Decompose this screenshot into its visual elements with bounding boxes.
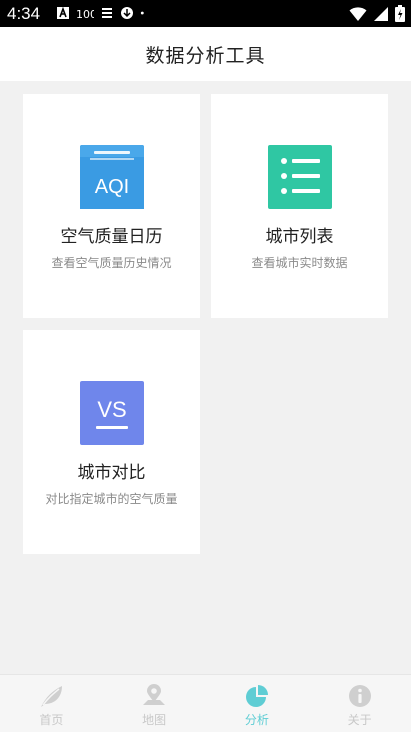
nav-item-analysis[interactable]: 分析 <box>206 675 309 732</box>
card-city-list[interactable]: 城市列表 查看城市实时数据 <box>211 94 388 318</box>
pie-chart-icon <box>245 685 268 707</box>
nav-label: 首页 <box>39 713 64 727</box>
vs-icon-text: VS <box>97 397 126 422</box>
status-bar: 4:34 100 <box>0 0 411 27</box>
nav-label: 关于 <box>347 713 372 727</box>
status-system-icons <box>349 5 405 22</box>
dot-icon <box>140 11 144 15</box>
bottom-navigation: 首页 地图 分析 关于 <box>0 674 411 732</box>
download-icon <box>121 7 133 19</box>
nav-item-home[interactable]: 首页 <box>0 675 103 732</box>
card-title: 空气质量日历 <box>60 227 163 247</box>
list-icon <box>267 145 332 209</box>
100-notification-icon: 100 <box>76 8 94 20</box>
info-icon <box>348 685 371 707</box>
a-notification-icon <box>57 6 69 19</box>
nav-label: 分析 <box>244 713 269 727</box>
page-title: 数据分析工具 <box>145 44 266 67</box>
leaf-icon <box>41 686 63 707</box>
svg-text:100: 100 <box>76 8 94 20</box>
aqi-icon-text: AQI <box>94 176 128 198</box>
nav-item-about[interactable]: 关于 <box>308 675 411 732</box>
status-time: 4:34 <box>7 4 41 23</box>
status-notification-icons: 100 <box>56 6 148 20</box>
nav-item-map[interactable]: 地图 <box>103 675 206 732</box>
wifi-icon <box>349 6 367 21</box>
aqi-icon: AQI <box>79 145 144 209</box>
card-title: 城市对比 <box>77 463 146 483</box>
battery-icon <box>395 5 405 22</box>
card-description: 查看城市实时数据 <box>251 256 348 270</box>
card-city-compare[interactable]: VS 城市对比 对比指定城市的空气质量 <box>23 330 200 554</box>
usb-debug-icon <box>102 8 112 18</box>
map-pin-icon <box>143 684 166 705</box>
cell-signal-icon <box>374 6 388 21</box>
card-aqi-calendar[interactable]: AQI 空气质量日历 查看空气质量历史情况 <box>23 94 200 318</box>
vs-icon: VS <box>79 381 144 445</box>
nav-label: 地图 <box>142 713 167 727</box>
card-description: 查看空气质量历史情况 <box>51 256 172 270</box>
app-header: 数据分析工具 <box>0 27 411 81</box>
card-description: 对比指定城市的空气质量 <box>45 492 178 506</box>
card-title: 城市列表 <box>265 227 334 247</box>
